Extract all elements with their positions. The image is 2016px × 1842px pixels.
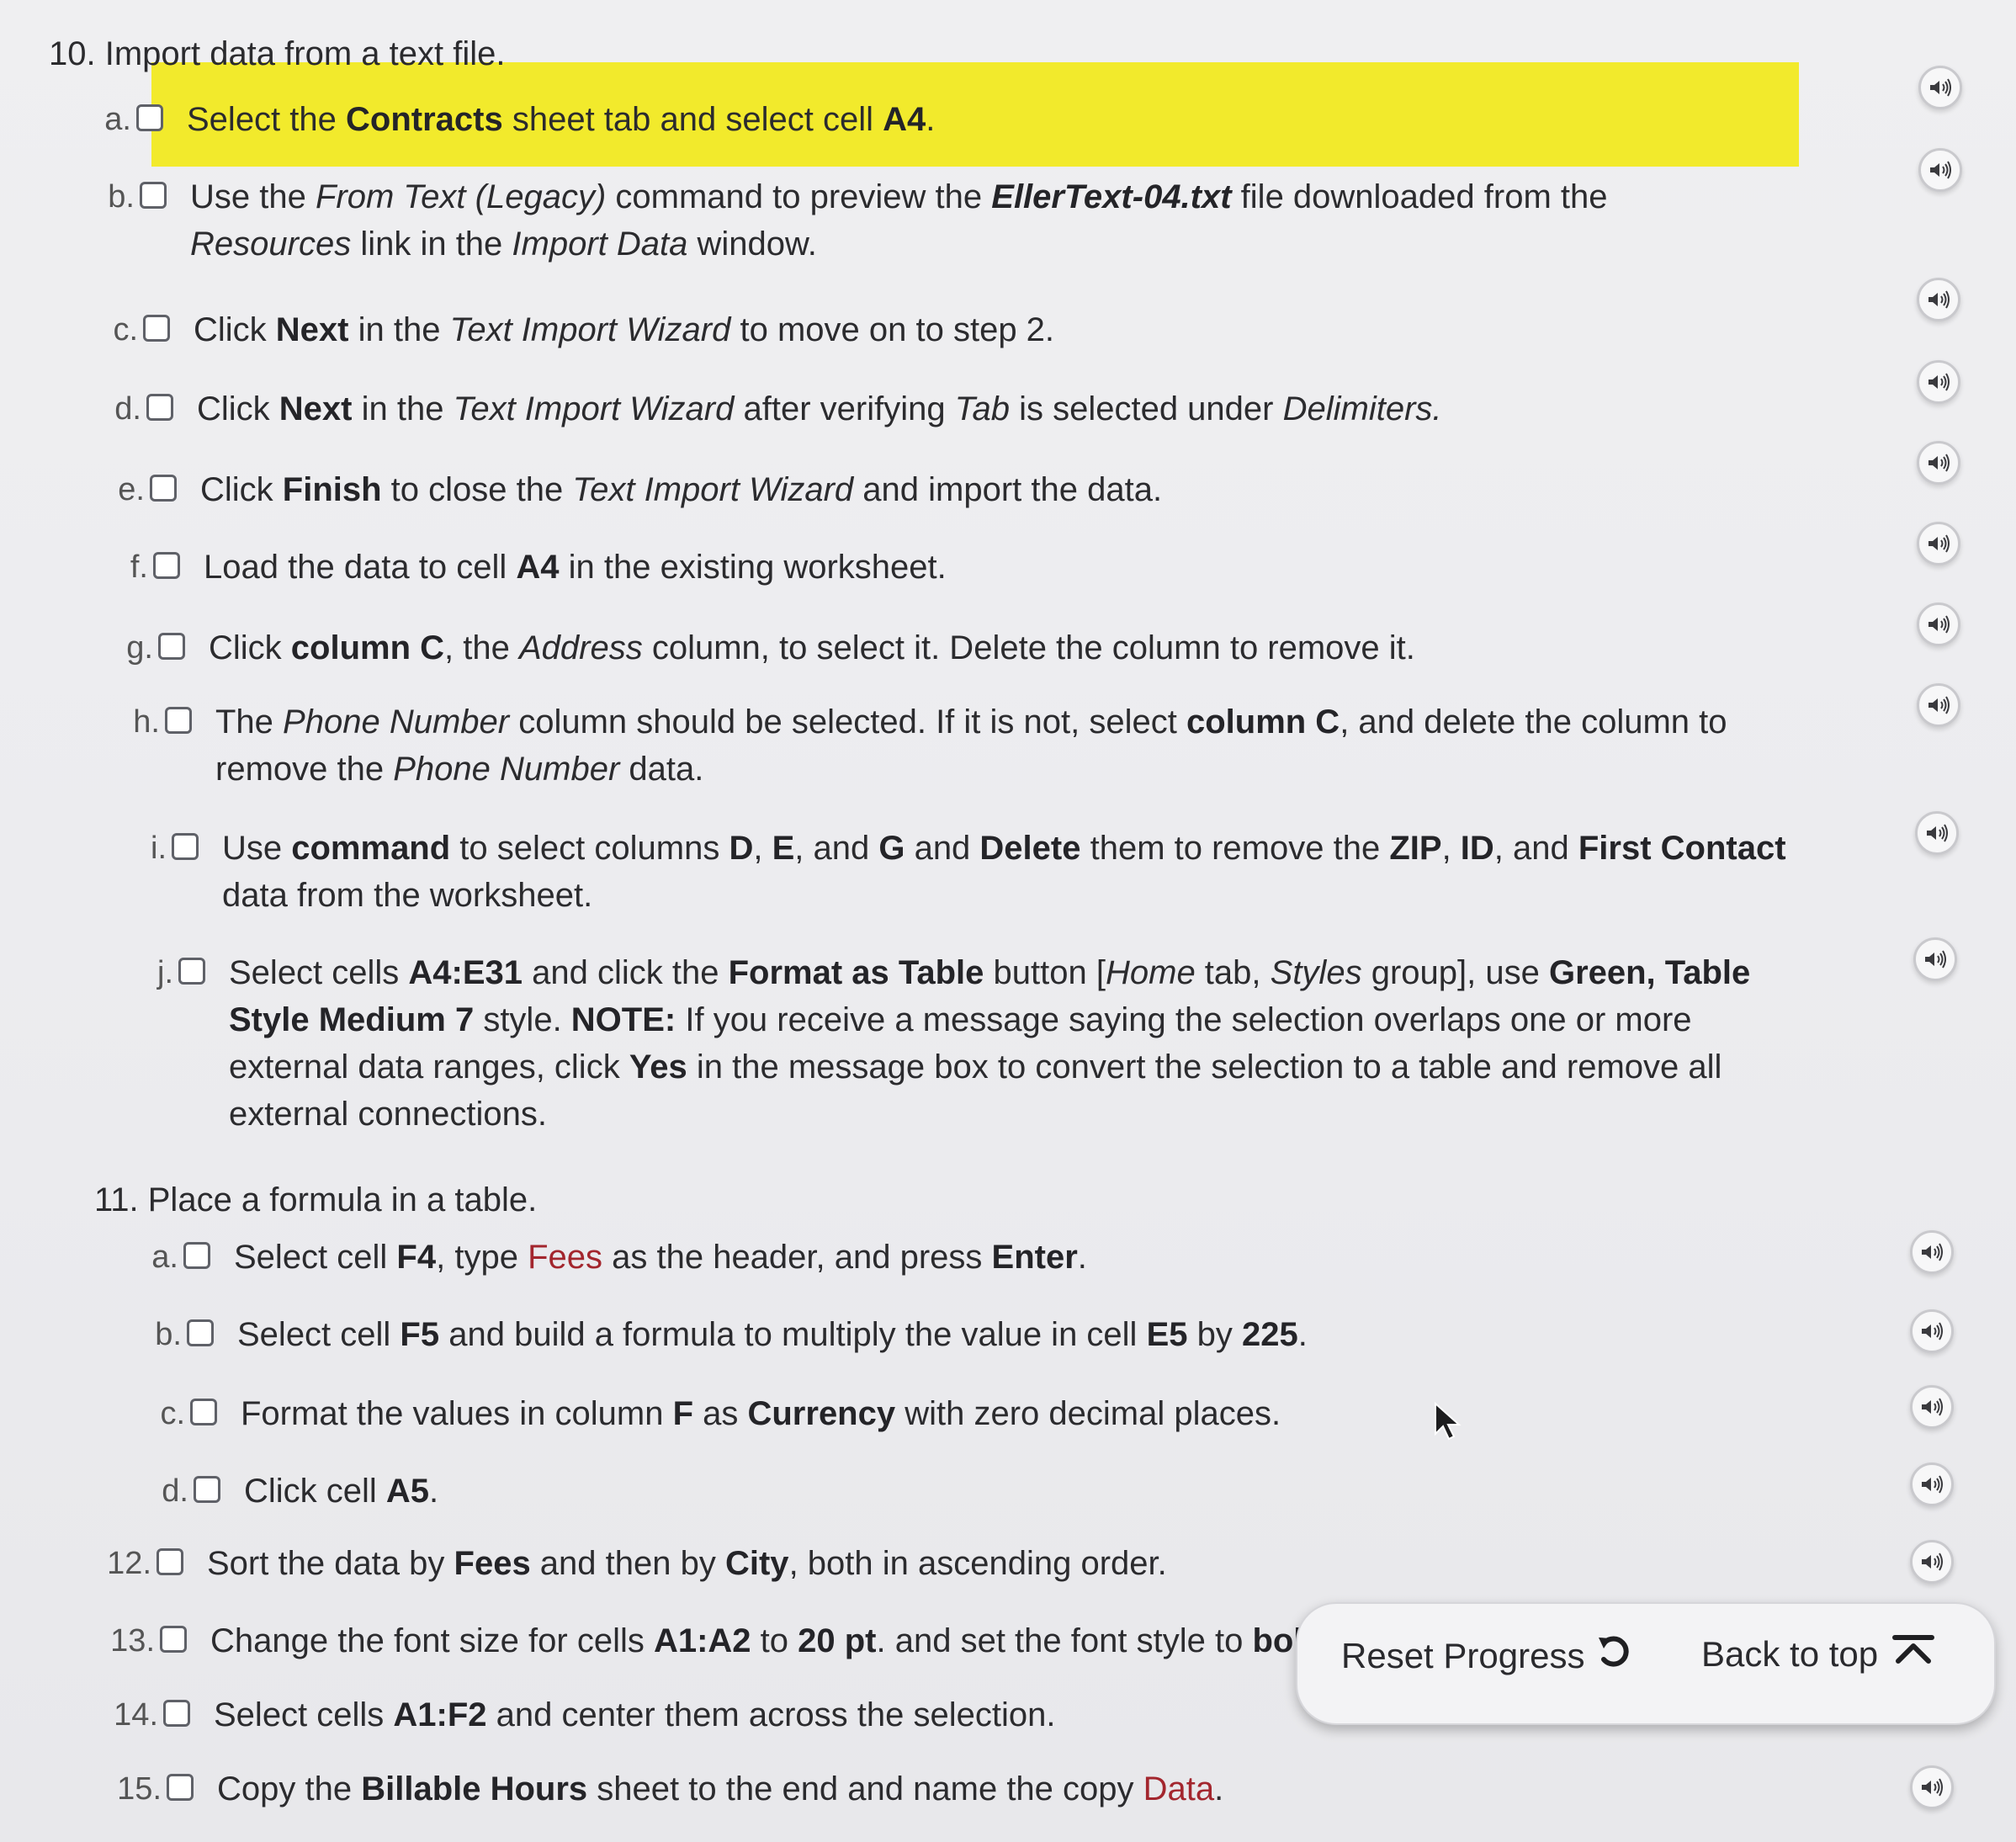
item-number: 14. bbox=[114, 1697, 158, 1733]
task-checkbox[interactable] bbox=[163, 1700, 190, 1727]
item-letter: j. bbox=[157, 955, 173, 990]
task-checkbox[interactable] bbox=[167, 1774, 194, 1801]
item-letter: b. bbox=[155, 1317, 182, 1352]
task-text: Select the Contracts sheet tab and selec… bbox=[187, 101, 936, 138]
task-item: e. Click Finish to close the Text Import… bbox=[98, 466, 1162, 513]
speaker-icon[interactable] bbox=[1917, 278, 1960, 321]
task-text: Click Next in the Text Import Wizard to … bbox=[194, 311, 1055, 348]
task-checkbox[interactable] bbox=[153, 552, 180, 579]
task-text: Change the font size for cells A1:A2 to … bbox=[210, 1622, 1333, 1659]
task-item: 12. Sort the data by Fees and then by Ci… bbox=[98, 1540, 1167, 1587]
task-item: 14. Select cells A1:F2 and center them a… bbox=[104, 1691, 1055, 1738]
task-item: c. Format the values in column F as Curr… bbox=[138, 1390, 1281, 1437]
item-letter: f. bbox=[130, 549, 148, 585]
speaker-icon[interactable] bbox=[1910, 1540, 1954, 1584]
speaker-icon[interactable] bbox=[1917, 602, 1960, 646]
task-item: b. Select cell F5 and build a formula to… bbox=[135, 1311, 1308, 1358]
speaker-icon[interactable] bbox=[1917, 360, 1960, 404]
item-letter: g. bbox=[126, 630, 153, 666]
item-number: 13. bbox=[110, 1623, 155, 1659]
speaker-icon[interactable] bbox=[1917, 683, 1960, 727]
task-item: h. The Phone Number column should be sel… bbox=[113, 698, 1727, 793]
task-item: a. Select the Contracts sheet tab and se… bbox=[84, 96, 935, 143]
task-checkbox[interactable] bbox=[157, 1548, 183, 1575]
item-letter: d. bbox=[162, 1473, 188, 1509]
item-letter: b. bbox=[108, 179, 135, 215]
item-letter: d. bbox=[114, 391, 141, 427]
task-text: Select cell F4, type Fees as the header,… bbox=[234, 1239, 1087, 1276]
speaker-icon[interactable] bbox=[1917, 522, 1960, 565]
task-text: Copy the Billable Hours sheet to the end… bbox=[217, 1770, 1224, 1807]
task-text: Load the data to cell A4 in the existing… bbox=[204, 549, 947, 586]
item-letter: a. bbox=[104, 102, 131, 137]
task-text: Use command to select columns D, E, and … bbox=[222, 830, 1786, 914]
task-checkbox[interactable] bbox=[136, 104, 163, 131]
task-text: Click column C, the Address column, to s… bbox=[209, 629, 1415, 666]
item-number: 15. bbox=[117, 1771, 162, 1807]
task-checkbox[interactable] bbox=[158, 633, 185, 660]
speaker-icon[interactable] bbox=[1917, 441, 1960, 485]
section-11-title: 11. Place a formula in a table. bbox=[94, 1181, 538, 1218]
task-item: g. Click column C, the Address column, t… bbox=[106, 624, 1415, 672]
progress-footer-bar: Reset Progress Back to top bbox=[1296, 1602, 1996, 1725]
item-letter: c. bbox=[160, 1396, 185, 1431]
task-item: b. Use the From Text (Legacy) command to… bbox=[88, 173, 1608, 268]
speaker-icon[interactable] bbox=[1915, 811, 1959, 855]
task-checkbox[interactable] bbox=[150, 475, 177, 502]
task-checkbox[interactable] bbox=[172, 833, 199, 860]
item-number: 12. bbox=[107, 1546, 151, 1581]
reset-arrow-icon bbox=[1584, 1632, 1635, 1680]
back-to-top-icon bbox=[1878, 1632, 1937, 1676]
speaker-icon[interactable] bbox=[1910, 1765, 1954, 1809]
task-checkbox[interactable] bbox=[187, 1319, 214, 1346]
task-checkbox[interactable] bbox=[183, 1242, 210, 1269]
task-item: j. Select cells A4:E31 and click the For… bbox=[126, 949, 1750, 1138]
back-to-top-button[interactable]: Back to top bbox=[1701, 1632, 1937, 1676]
reset-progress-button[interactable]: Reset Progress bbox=[1341, 1632, 1635, 1680]
task-text: Use the From Text (Legacy) command to pr… bbox=[190, 178, 1608, 263]
task-checkbox[interactable] bbox=[143, 315, 170, 342]
task-text: Format the values in column F as Currenc… bbox=[241, 1395, 1281, 1432]
task-text: Click cell A5. bbox=[244, 1473, 439, 1510]
item-letter: h. bbox=[133, 704, 160, 740]
task-text: Click Next in the Text Import Wizard aft… bbox=[197, 390, 1442, 427]
speaker-icon[interactable] bbox=[1910, 1385, 1954, 1429]
back-to-top-label: Back to top bbox=[1701, 1634, 1879, 1674]
task-text: Select cells A4:E31 and click the Format… bbox=[229, 954, 1751, 1133]
task-checkbox[interactable] bbox=[190, 1399, 217, 1425]
task-text: Sort the data by Fees and then by City, … bbox=[207, 1545, 1167, 1582]
section-10-title: 10. Import data from a text file. bbox=[49, 35, 506, 72]
task-item: f. Load the data to cell A4 in the exist… bbox=[101, 544, 947, 591]
speaker-icon[interactable] bbox=[1913, 937, 1957, 981]
task-text: Select cell F5 and build a formula to mu… bbox=[237, 1316, 1308, 1353]
reset-progress-label: Reset Progress bbox=[1341, 1636, 1585, 1675]
speaker-icon[interactable] bbox=[1910, 1309, 1954, 1353]
item-letter: i. bbox=[151, 831, 167, 866]
task-item: d. Click cell A5. bbox=[141, 1468, 438, 1515]
speaker-icon[interactable] bbox=[1918, 66, 1962, 109]
task-checkbox[interactable] bbox=[140, 182, 167, 209]
task-checkbox[interactable] bbox=[178, 958, 205, 985]
speaker-icon[interactable] bbox=[1918, 148, 1962, 192]
item-letter: a. bbox=[151, 1240, 178, 1275]
task-text: Click Finish to close the Text Import Wi… bbox=[200, 471, 1163, 508]
item-letter: e. bbox=[118, 472, 145, 507]
speaker-icon[interactable] bbox=[1910, 1462, 1954, 1506]
task-checkbox[interactable] bbox=[146, 394, 173, 421]
task-item: a. Select cell F4, type Fees as the head… bbox=[131, 1234, 1087, 1281]
task-item: d. Click Next in the Text Import Wizard … bbox=[94, 385, 1442, 433]
task-text: The Phone Number column should be select… bbox=[215, 703, 1727, 788]
task-item: i. Use command to select columns D, E, a… bbox=[119, 825, 1786, 919]
speaker-icon[interactable] bbox=[1910, 1230, 1954, 1274]
mouse-pointer-icon bbox=[1434, 1401, 1462, 1447]
task-item: 13. Change the font size for cells A1:A2… bbox=[101, 1617, 1333, 1664]
task-checkbox[interactable] bbox=[160, 1626, 187, 1653]
task-item: 15. Copy the Billable Hours sheet to the… bbox=[108, 1765, 1223, 1813]
task-checkbox[interactable] bbox=[194, 1476, 220, 1503]
task-text: Select cells A1:F2 and center them acros… bbox=[214, 1696, 1056, 1733]
task-item: c. Click Next in the Text Import Wizard … bbox=[91, 306, 1054, 353]
item-letter: c. bbox=[113, 312, 138, 348]
task-checkbox[interactable] bbox=[165, 707, 192, 734]
